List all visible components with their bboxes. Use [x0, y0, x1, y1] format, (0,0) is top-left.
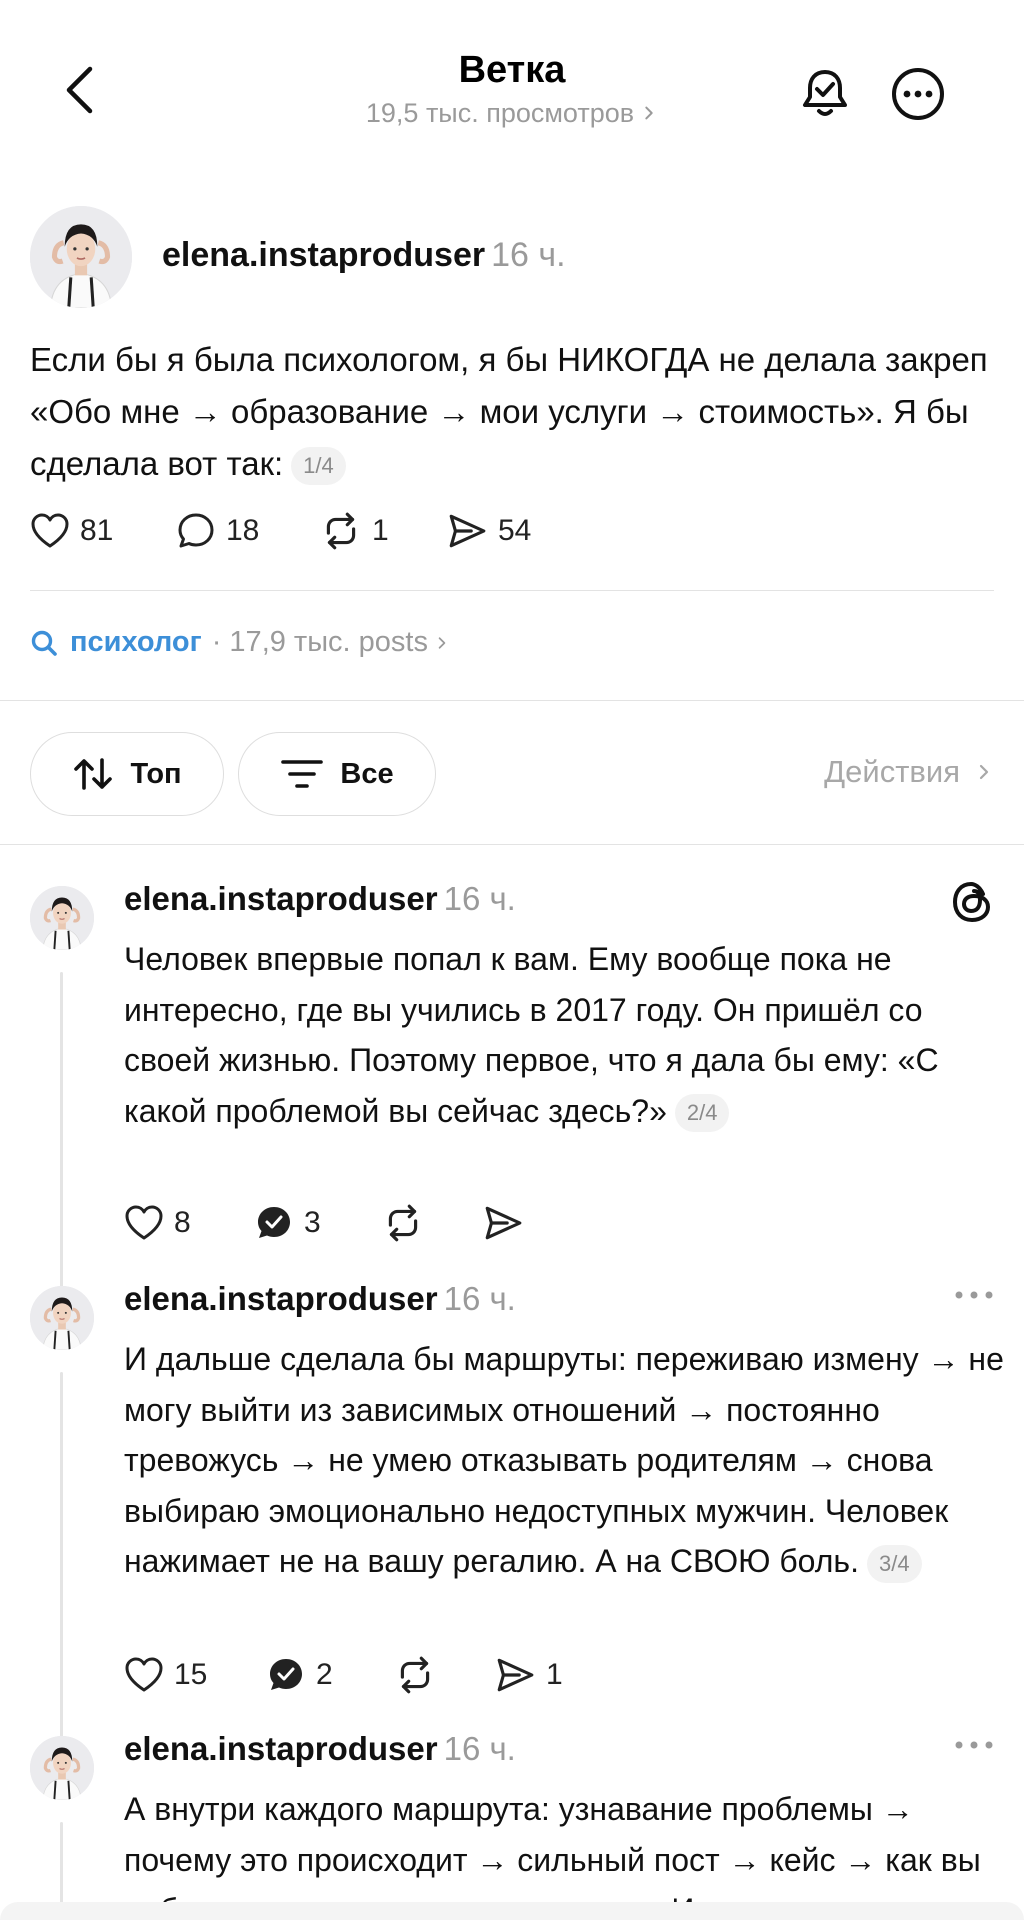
repost-count: 1	[372, 514, 389, 547]
share-icon	[446, 510, 488, 552]
post-author[interactable]: elena.instaproduser 16 ч.	[124, 1280, 516, 1318]
post-actions: 15 2 1	[124, 1654, 563, 1696]
filter-label: Все	[340, 757, 394, 790]
avatar[interactable]	[30, 1286, 94, 1350]
post-author[interactable]: elena.instaproduser 16 ч.	[124, 1730, 516, 1768]
chevron-right-icon	[434, 634, 450, 652]
share-count: 54	[498, 514, 532, 547]
filter-lines-icon	[281, 760, 324, 788]
chevron-right-icon	[974, 761, 994, 783]
thread-counter: 3/4	[866, 1544, 922, 1583]
avatar[interactable]	[30, 206, 132, 308]
topic-posts-count: · 17,9 тыс. posts	[211, 626, 428, 658]
avatar[interactable]	[30, 1736, 94, 1800]
post-body: И дальше сделала бы маршруты: переживаю …	[124, 1341, 1004, 1579]
comment-button[interactable]: 3	[254, 1203, 382, 1243]
username: elena.instaproduser	[124, 1730, 438, 1767]
heart-icon	[124, 1203, 164, 1243]
repost-button[interactable]: 1	[320, 510, 446, 552]
repost-icon	[382, 1202, 424, 1244]
views-count: 19,5 тыс. просмотров	[365, 97, 635, 128]
post-author[interactable]: elena.instaproduser 16 ч.	[124, 880, 516, 918]
post-body: А внутри каждого маршрута: узнавание про…	[124, 1791, 981, 1920]
post-text: Человек впервые попал к вам. Ему вообще …	[124, 934, 1004, 1136]
repost-button[interactable]	[382, 1202, 482, 1244]
more-dots-icon	[955, 1741, 993, 1749]
share-icon	[494, 1654, 536, 1696]
more-dots-button[interactable]	[954, 1288, 994, 1306]
post-time: 16 ч.	[443, 1730, 516, 1767]
post-time: 16 ч.	[443, 1280, 516, 1317]
title-block: Ветка 19,5 тыс. просмотров	[0, 48, 1024, 129]
post-author[interactable]: elena.instaproduser 16 ч.	[162, 236, 566, 275]
post-text: Если бы я была психологом, я бы НИКОГДА …	[30, 334, 1000, 490]
comment-checked-icon	[266, 1655, 306, 1695]
username: elena.instaproduser	[162, 236, 486, 274]
more-dots-icon	[955, 1291, 993, 1299]
thread-counter: 2/4	[674, 1094, 730, 1133]
username: elena.instaproduser	[124, 1280, 438, 1317]
search-icon	[31, 630, 57, 656]
top-bar: Ветка 19,5 тыс. просмотров	[0, 0, 1024, 160]
more-circle-icon	[892, 68, 944, 120]
divider	[0, 700, 1024, 701]
comment-checked-icon	[254, 1203, 294, 1243]
avatar[interactable]	[30, 886, 94, 950]
notify-button[interactable]	[795, 64, 855, 124]
comment-button[interactable]: 18	[176, 511, 320, 551]
repost-button[interactable]	[394, 1654, 494, 1696]
topic-meta: · 17,9 тыс. posts	[212, 626, 450, 659]
post-text: А внутри каждого маршрута: узнавание про…	[124, 1784, 1004, 1920]
share-button[interactable]: 1	[494, 1654, 563, 1696]
share-button[interactable]: 54	[446, 510, 531, 552]
topic-row[interactable]: психолог · 17,9 тыс. posts	[30, 626, 450, 659]
post-time: 16 ч.	[443, 880, 516, 917]
like-count: 81	[80, 514, 114, 547]
comment-button[interactable]: 2	[266, 1655, 394, 1695]
actions-label: Действия	[824, 754, 960, 789]
thread-counter: 1/4	[291, 447, 346, 486]
more-button[interactable]	[888, 64, 948, 124]
more-dots-button[interactable]	[954, 1738, 994, 1756]
chevron-right-icon	[640, 104, 658, 122]
bell-check-icon	[803, 70, 847, 116]
like-button[interactable]: 15	[124, 1655, 266, 1695]
divider	[0, 844, 1024, 845]
like-button[interactable]: 8	[124, 1203, 254, 1243]
post-body: Человек впервые попал к вам. Ему вообще …	[124, 941, 939, 1129]
comment-count: 3	[304, 1206, 321, 1239]
views-link[interactable]: 19,5 тыс. просмотров	[366, 98, 658, 129]
comment-count: 18	[226, 514, 260, 547]
sort-arrows-icon	[74, 758, 113, 790]
post-actions: 8 3	[124, 1202, 524, 1244]
divider	[30, 590, 994, 591]
post-time: 16 ч.	[491, 236, 566, 274]
heart-icon	[124, 1655, 164, 1695]
post-text: И дальше сделала бы маршруты: переживаю …	[124, 1334, 1004, 1587]
post-actions: 81 18 1 54	[30, 510, 531, 552]
threads-logo-icon[interactable]	[950, 880, 994, 929]
thread-line	[60, 1372, 63, 1798]
post-body: Если бы я была психологом, я бы НИКОГДА …	[30, 341, 988, 482]
bottom-sheet-edge	[0, 1902, 1024, 1920]
repost-icon	[394, 1654, 436, 1696]
like-count: 15	[174, 1658, 208, 1691]
like-button[interactable]: 81	[30, 511, 176, 551]
share-count: 1	[546, 1658, 563, 1691]
share-icon	[482, 1202, 524, 1244]
sort-label: Топ	[130, 757, 182, 790]
share-button[interactable]	[482, 1202, 524, 1244]
heart-icon	[30, 511, 70, 551]
username: elena.instaproduser	[124, 880, 438, 917]
actions-link[interactable]: Действия	[824, 754, 994, 790]
comment-count: 2	[316, 1658, 333, 1691]
repost-icon	[320, 510, 362, 552]
page-title: Ветка	[458, 49, 566, 91]
comment-icon	[176, 511, 216, 551]
sort-button[interactable]: Топ	[30, 732, 224, 816]
like-count: 8	[174, 1206, 191, 1239]
topic-name[interactable]: психолог	[70, 626, 202, 659]
filter-button[interactable]: Все	[238, 732, 436, 816]
